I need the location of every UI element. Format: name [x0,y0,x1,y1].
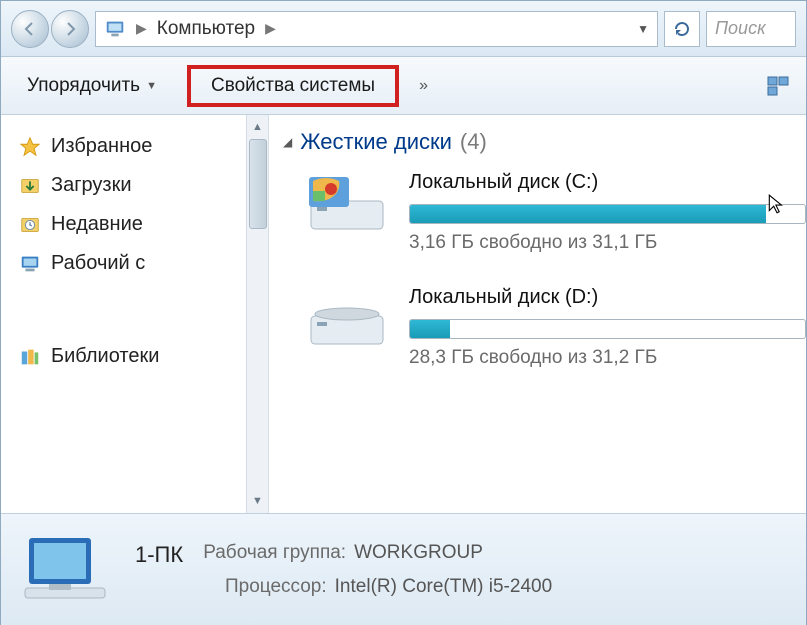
explorer-window: ▶ Компьютер ▶ ▼ Поиск Упорядочить ▼ Свой… [0,0,807,625]
sidebar-item-favorites[interactable]: Избранное [1,127,241,166]
address-bar: ▶ Компьютер ▶ ▼ Поиск [1,1,806,57]
breadcrumb-sep-icon: ▶ [136,20,147,37]
sidebar-item-desktop[interactable]: Рабочий с [1,244,241,283]
desktop-icon [19,253,41,275]
section-title: Жесткие диски [300,129,452,155]
drive-name: Локальный диск (D:) [409,286,806,309]
drive-usage-fill [410,320,450,338]
toolbar: Упорядочить ▼ Свойства системы » [1,57,806,115]
drive-free-text: 28,3 ГБ свободно из 31,2 ГБ [409,347,806,369]
drive-usage-bar [409,204,806,224]
refresh-icon [672,19,692,39]
drive-d-icon [303,286,391,350]
sidebar-scrollbar[interactable]: ▲ ▼ [246,115,268,513]
star-icon [19,136,41,158]
cpu-value: Intel(R) Core(TM) i5-2400 [335,576,553,598]
caret-down-icon: ▼ [146,80,157,92]
toolbar-more-button[interactable]: » [419,77,428,95]
sidebar-item-label: Библиотеки [51,345,159,368]
view-options-icon[interactable] [766,74,790,98]
search-input[interactable]: Поиск [706,11,796,47]
sidebar-item-label: Загрузки [51,174,132,197]
pc-name: 1-ПК [135,542,183,568]
recent-icon [19,214,41,236]
sidebar: Избранное Загрузки Недавние Рабочий с [1,115,269,513]
section-count: (4) [460,129,487,155]
details-panel: 1-ПК Рабочая группа: WORKGROUP Процессор… [1,513,806,625]
scroll-down-icon[interactable]: ▼ [247,489,268,513]
arrow-left-icon [22,21,38,37]
sidebar-item-downloads[interactable]: Загрузки [1,166,241,205]
system-properties-label: Свойства системы [211,75,375,96]
sidebar-item-label: Рабочий с [51,252,145,275]
cpu-label: Процессор: [225,576,327,598]
drive-usage-fill [410,205,766,223]
sidebar-item-libraries[interactable]: Библиотеки [1,337,241,376]
sidebar-item-label: Избранное [51,135,152,158]
scroll-up-icon[interactable]: ▲ [247,115,268,139]
workgroup-label: Рабочая группа: [203,542,346,568]
sidebar-item-label: Недавние [51,213,143,236]
libraries-icon [19,346,41,368]
forward-button[interactable] [51,10,89,48]
collapse-icon[interactable]: ◢ [283,135,292,149]
details-text: 1-ПК Рабочая группа: WORKGROUP Процессор… [135,542,552,598]
breadcrumb-dropdown-icon[interactable]: ▼ [637,22,649,36]
arrow-right-icon [62,21,78,37]
breadcrumb[interactable]: ▶ Компьютер ▶ ▼ [95,11,658,47]
back-button[interactable] [11,10,49,48]
drive-item[interactable]: Локальный диск (C:) 3,16 ГБ свободно из … [283,171,806,254]
workgroup-value: WORKGROUP [354,542,483,568]
breadcrumb-sep-icon: ▶ [265,20,276,37]
drive-item[interactable]: Локальный диск (D:) 28,3 ГБ свободно из … [283,286,806,369]
drive-name: Локальный диск (C:) [409,171,806,194]
organize-button[interactable]: Упорядочить ▼ [17,69,167,103]
drive-free-text: 3,16 ГБ свободно из 31,1 ГБ [409,232,806,254]
drive-usage-bar [409,319,806,339]
organize-label: Упорядочить [27,75,140,97]
sidebar-item-recent[interactable]: Недавние [1,205,241,244]
search-placeholder: Поиск [715,18,766,39]
scroll-thumb[interactable] [249,139,267,229]
nav-buttons [11,10,89,48]
content-pane: ◢ Жесткие диски (4) Локальный диск (C:) … [269,115,806,513]
system-properties-button[interactable]: Свойства системы [187,65,399,107]
section-header[interactable]: ◢ Жесткие диски (4) [283,129,806,155]
breadcrumb-location: Компьютер [157,18,255,40]
drive-c-icon [303,171,391,235]
body: Избранное Загрузки Недавние Рабочий с [1,115,806,513]
downloads-icon [19,175,41,197]
computer-icon [104,18,126,40]
refresh-button[interactable] [664,11,700,47]
computer-large-icon [19,530,111,610]
